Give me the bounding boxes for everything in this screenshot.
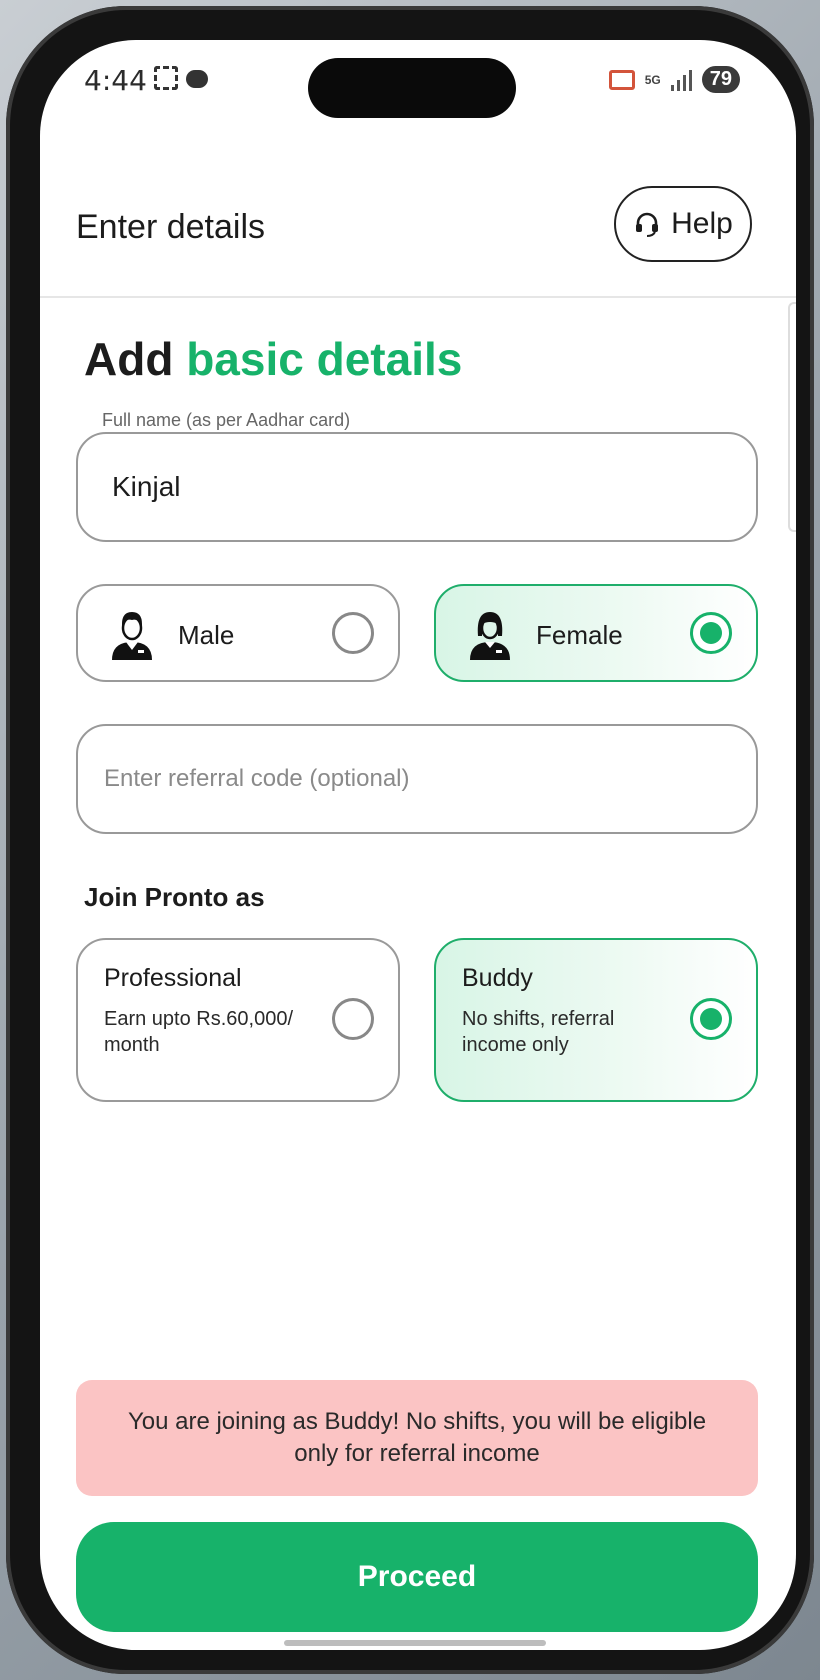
status-bar: 4:44 5G 79 bbox=[40, 40, 796, 122]
gender-label-female: Female bbox=[536, 620, 623, 650]
home-indicator[interactable] bbox=[284, 1640, 546, 1646]
full-name-input[interactable] bbox=[76, 432, 758, 542]
phone-frame: 4:44 5G 79 Enter details Help Add basic … bbox=[6, 6, 814, 1674]
gender-radio-male[interactable] bbox=[332, 612, 374, 654]
help-button[interactable]: Help bbox=[614, 186, 752, 262]
app-header: Enter details Help bbox=[40, 122, 796, 298]
gender-radio-female[interactable] bbox=[690, 612, 732, 654]
male-avatar-icon bbox=[112, 612, 152, 660]
page-title: Enter details bbox=[76, 208, 265, 246]
app-screen: 4:44 5G 79 Enter details Help Add basic … bbox=[40, 40, 796, 1650]
buddy-notice-banner: You are joining as Buddy! No shifts, you… bbox=[76, 1380, 758, 1496]
headset-icon bbox=[636, 212, 659, 237]
gender-label-male: Male bbox=[178, 620, 235, 650]
gender-option-female[interactable]: Female bbox=[434, 584, 758, 682]
full-name-label: Full name (as per Aadhar card) bbox=[100, 410, 353, 431]
status-right-icons: 5G 79 bbox=[608, 66, 740, 93]
status-time: 4:44 bbox=[84, 64, 147, 97]
battery-icon: 79 bbox=[701, 66, 740, 93]
section-title-prefix: Add bbox=[84, 333, 174, 385]
proceed-button[interactable]: Proceed bbox=[76, 1522, 758, 1632]
section-title: Add basic details bbox=[84, 332, 462, 386]
referral-code-input[interactable] bbox=[76, 724, 758, 834]
5g-data-icon: 5G bbox=[644, 72, 661, 87]
section-title-accent: basic details bbox=[186, 333, 463, 385]
role-title-buddy: Buddy bbox=[462, 964, 533, 992]
role-title-professional: Professional bbox=[104, 964, 242, 992]
role-radio-buddy[interactable] bbox=[690, 998, 732, 1040]
join-as-label: Join Pronto as bbox=[84, 882, 265, 912]
camera-notch bbox=[308, 58, 516, 118]
buddy-notice-text: You are joining as Buddy! No shifts, you… bbox=[127, 1408, 707, 1467]
scrollbar[interactable] bbox=[788, 302, 796, 532]
screenshot-frame-icon bbox=[154, 66, 178, 90]
role-option-professional[interactable]: Professional Earn upto Rs.60,000/ month bbox=[76, 938, 400, 1102]
cast-icon bbox=[608, 69, 635, 90]
role-desc-buddy: No shifts, referral income only bbox=[462, 1008, 615, 1056]
gender-option-male[interactable]: Male bbox=[76, 584, 400, 682]
chat-bubble-icon bbox=[186, 70, 208, 88]
signal-icon bbox=[670, 69, 692, 91]
female-avatar-icon bbox=[470, 612, 510, 660]
role-desc-professional: Earn upto Rs.60,000/ month bbox=[104, 1008, 294, 1056]
status-left-icons bbox=[154, 66, 208, 90]
role-radio-professional[interactable] bbox=[332, 998, 374, 1040]
role-option-buddy[interactable]: Buddy No shifts, referral income only bbox=[434, 938, 758, 1102]
help-label: Help bbox=[671, 207, 733, 240]
